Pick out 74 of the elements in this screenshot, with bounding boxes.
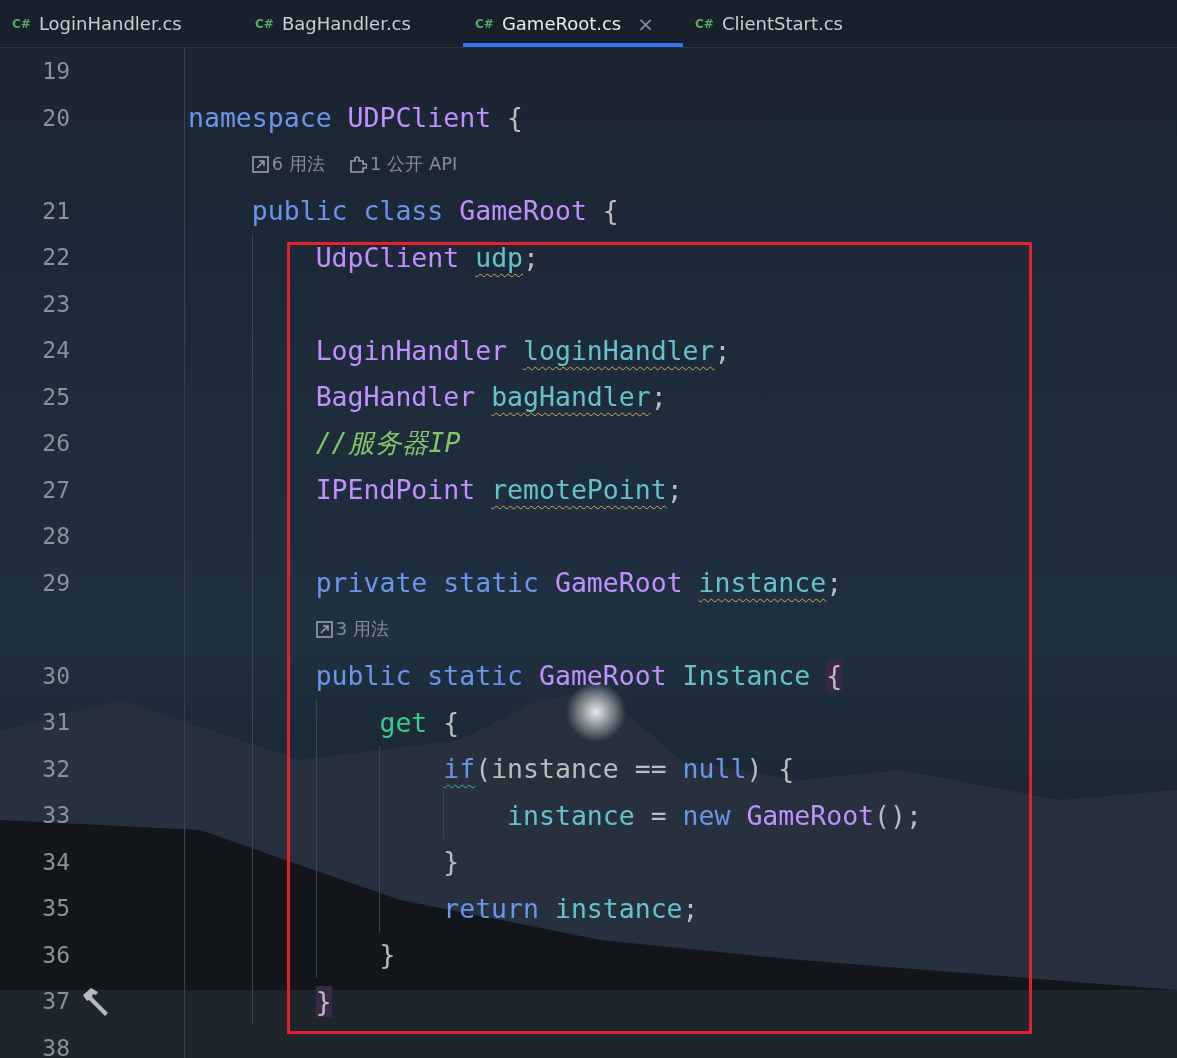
code-token: static (443, 567, 539, 599)
code-token: new (682, 799, 731, 831)
file-tab[interactable]: C# BagHandler.cs (243, 0, 463, 47)
code-token: class (363, 195, 444, 227)
code-token: UDPClient (347, 102, 492, 134)
inlay-hint-text[interactable]: 3 用法 (335, 617, 389, 642)
code-token: } (443, 846, 460, 878)
line-number: 27 (41, 476, 70, 503)
code-token: if(instance (443, 753, 619, 785)
line-number: 22 (41, 244, 70, 271)
code-token: { (602, 195, 619, 227)
line-number: 32 (41, 755, 70, 782)
arrow-out-icon (315, 620, 333, 638)
code-token: { (507, 102, 524, 134)
line-number: 29 (41, 569, 70, 596)
line-number: 34 (41, 848, 70, 875)
csharp-file-icon: C# (475, 16, 494, 31)
code-token: null) (682, 753, 763, 785)
code-token: instance; (554, 892, 699, 924)
close-icon[interactable]: × (637, 13, 654, 34)
code-token: remotePoint; (491, 474, 683, 506)
inlay-hint-text[interactable]: 6 用法 (271, 152, 325, 177)
code-token: GameRoot (539, 660, 667, 692)
csharp-file-icon: C# (255, 16, 274, 31)
code-comment: //服务器IP (315, 426, 461, 461)
code-token: { (778, 753, 795, 785)
line-number: 37 (41, 988, 70, 1015)
code-token: } (379, 939, 396, 971)
file-tab[interactable]: C# ClientStart.cs (683, 0, 883, 47)
line-number: 31 (41, 709, 70, 736)
code-token: IPEndPoint (315, 474, 476, 506)
line-number: 21 (41, 197, 70, 224)
code-token: public (315, 660, 412, 692)
code-token: loginHandler; (523, 334, 731, 366)
line-number: 24 (41, 337, 70, 364)
line-number: 28 (41, 523, 70, 550)
puzzle-icon (349, 155, 367, 173)
line-number: 25 (41, 383, 70, 410)
line-number: 26 (41, 430, 70, 457)
code-token: UdpClient (315, 241, 460, 273)
file-tab[interactable]: C# LoginHandler.cs (0, 0, 243, 47)
code-token: return (443, 892, 539, 924)
code-token: GameRoot (554, 567, 683, 599)
line-number: 19 (41, 58, 70, 85)
code-token: GameRoot (459, 195, 587, 227)
code-token: { (443, 706, 460, 738)
code-token: = (650, 799, 667, 831)
csharp-file-icon: C# (12, 16, 31, 31)
code-token: LoginHandler (315, 334, 508, 366)
line-number: 20 (41, 104, 70, 131)
line-number: 35 (41, 895, 70, 922)
code-token: get (379, 706, 428, 738)
line-number: 38 (41, 1034, 70, 1058)
code-token: private (315, 567, 428, 599)
code-token: GameRoot(); (746, 799, 922, 831)
code-token: == (634, 753, 667, 785)
code-token: BagHandler (315, 381, 476, 413)
line-number: 30 (41, 662, 70, 689)
code-token: instance (507, 799, 635, 831)
line-number: 36 (41, 941, 70, 968)
code-token: public (251, 195, 348, 227)
code-token: namespace (188, 102, 332, 134)
csharp-file-icon: C# (695, 16, 714, 31)
code-token: { (826, 660, 843, 692)
file-tab[interactable]: C# GameRoot.cs × (463, 0, 683, 47)
code-token: Instance (682, 660, 811, 692)
line-number: 23 (41, 290, 70, 317)
line-number: 33 (41, 802, 70, 829)
inlay-hint-text[interactable]: 1 公开 API (370, 152, 458, 177)
code-token: bagHandler; (491, 381, 667, 413)
code-token: udp; (475, 241, 539, 273)
arrow-out-icon (251, 155, 269, 173)
code-token: instance; (698, 567, 843, 599)
code-token: static (427, 660, 524, 692)
